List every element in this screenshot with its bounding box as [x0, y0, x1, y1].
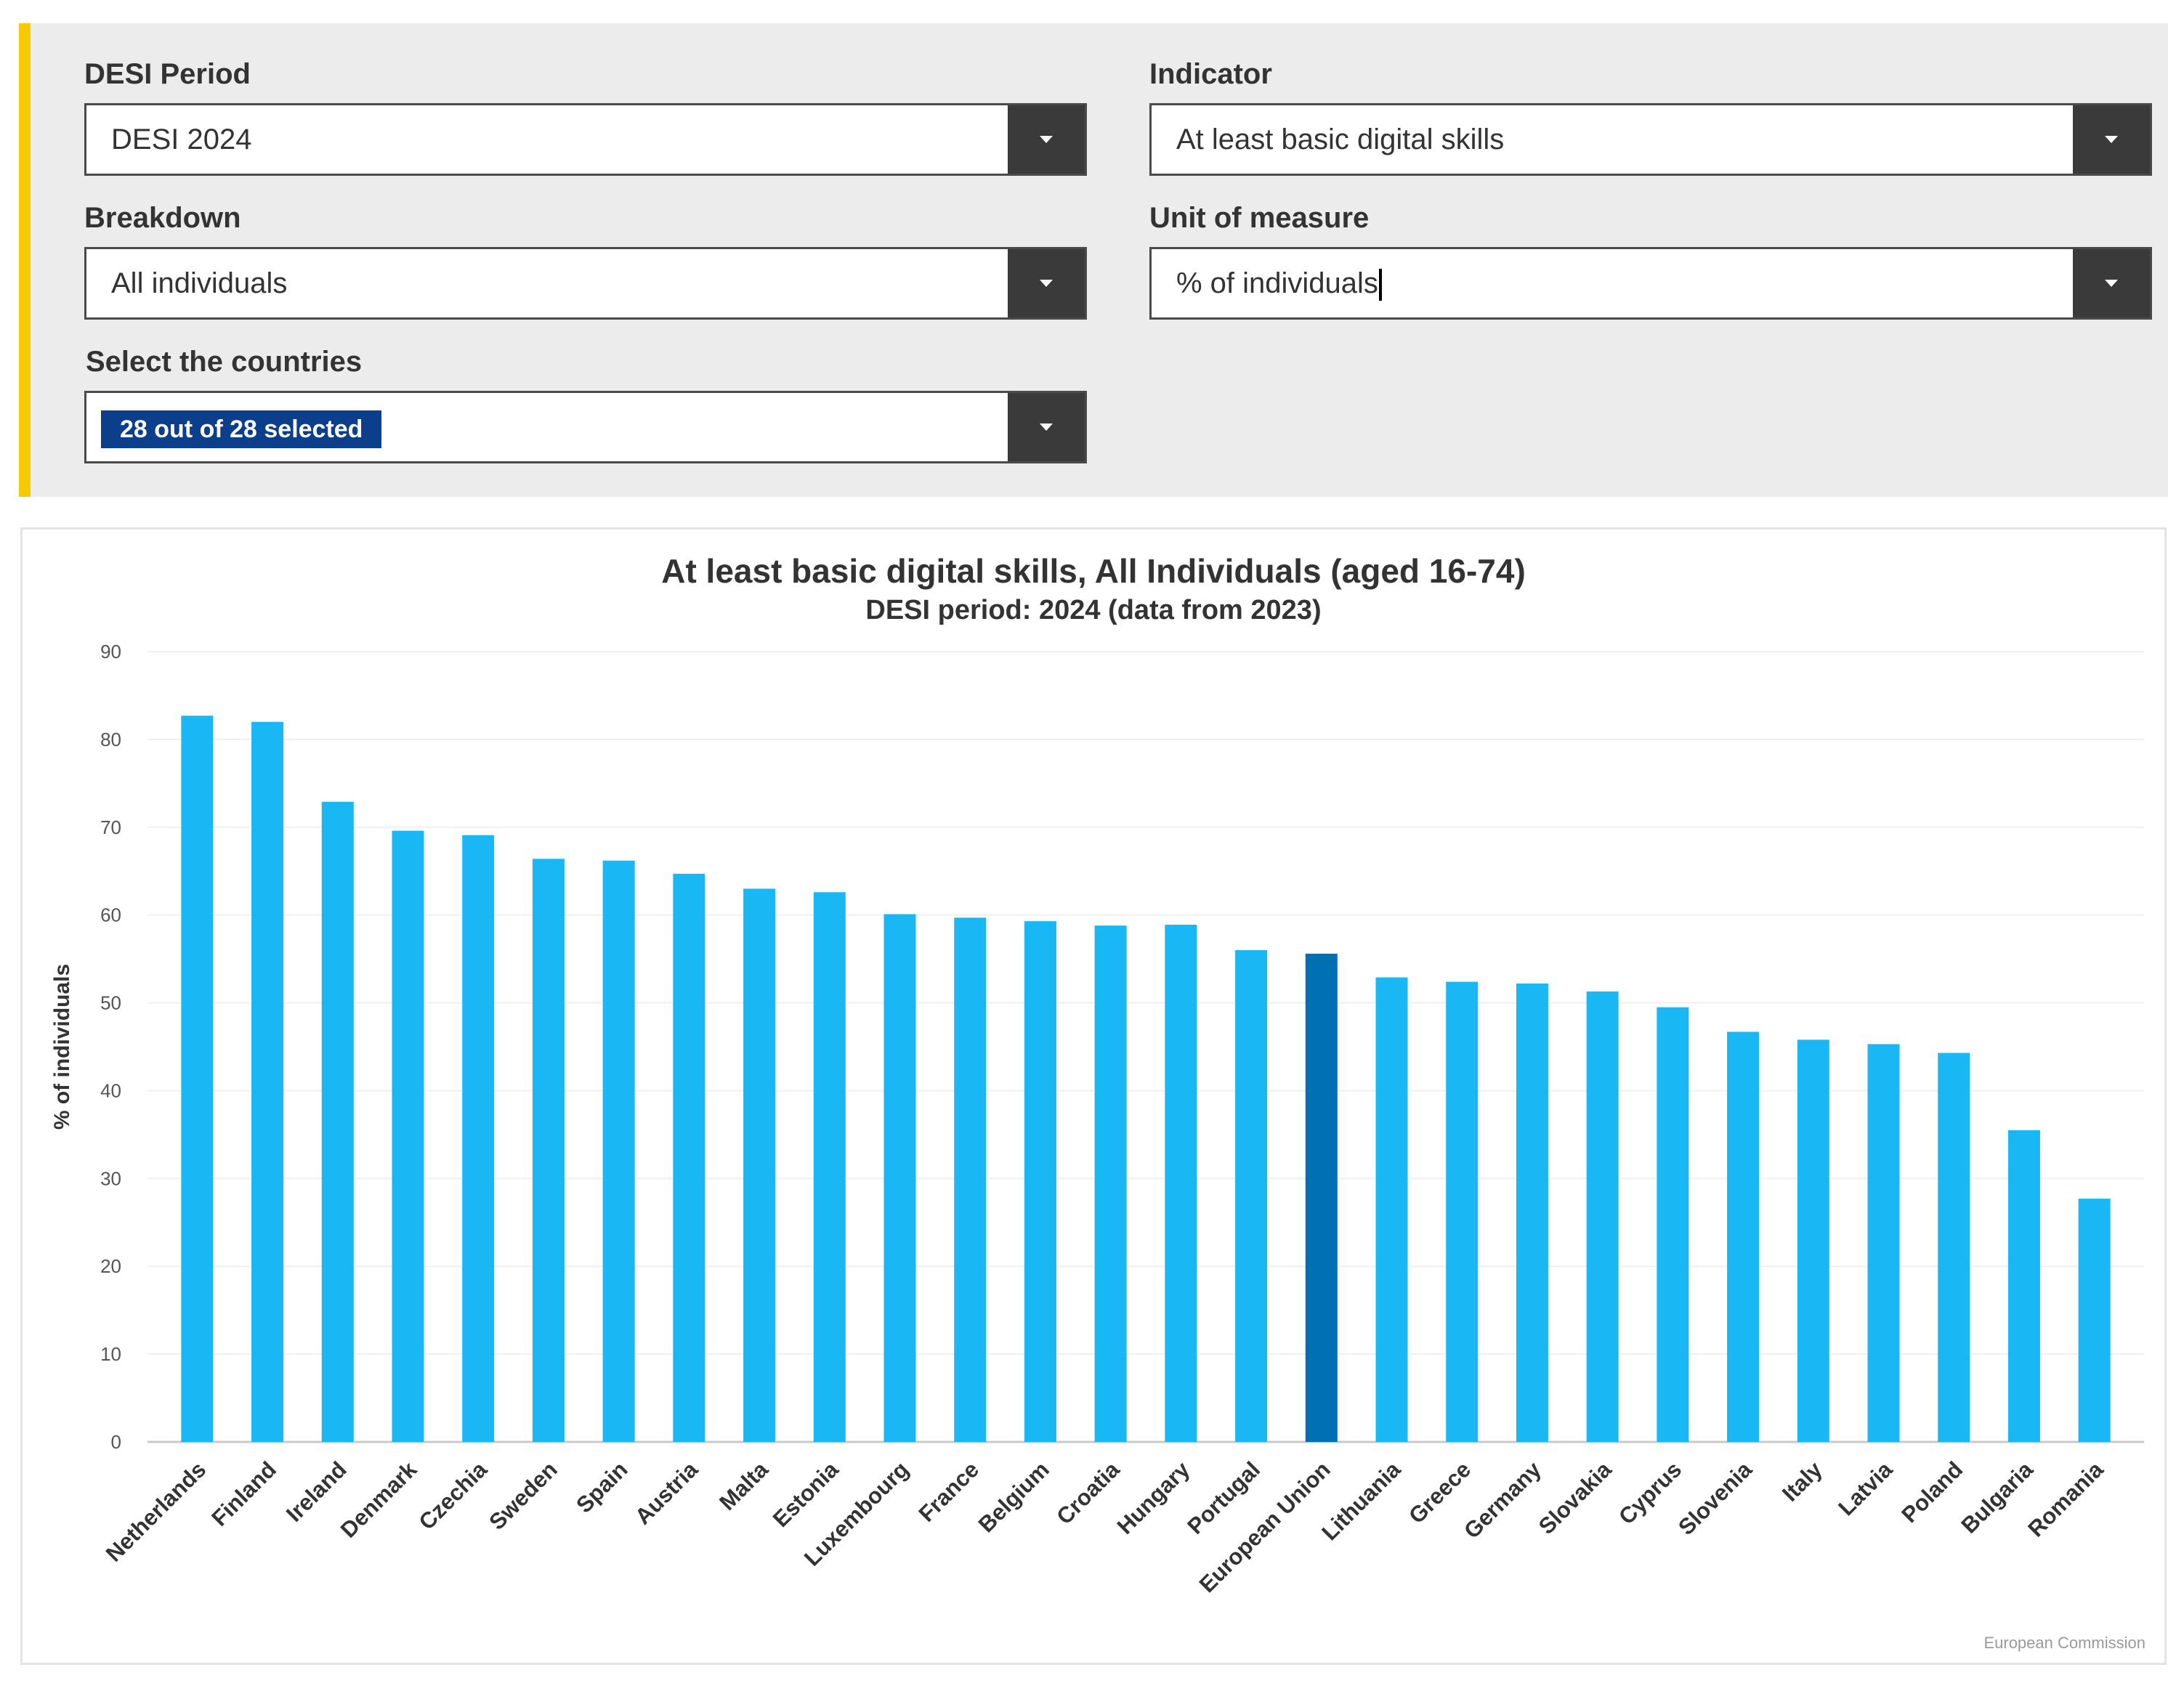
bar-european-union[interactable] — [1305, 953, 1338, 1442]
text-cursor — [1378, 269, 1382, 301]
bar-chart: 0 10 20 30 40 50 60 70 80 90 % of individuals Nethe… — [50, 641, 2144, 1597]
x-tick-label: Romania — [2023, 1456, 2108, 1542]
x-tick-label: Italy — [1777, 1456, 1827, 1507]
x-tick-label: Malta — [714, 1456, 773, 1515]
indicator-value: At least basic digital skills — [1176, 123, 1505, 155]
bar-belgium[interactable] — [1024, 921, 1056, 1442]
unit-value-text: % of individuals — [1176, 267, 1378, 299]
x-tick-label: Croatia — [1051, 1456, 1125, 1530]
countries-select[interactable]: 28 out of 28 selected — [84, 391, 1087, 463]
bar-netherlands[interactable] — [181, 716, 214, 1442]
chevron-down-icon — [1040, 423, 1053, 431]
breakdown-select[interactable]: All individuals — [84, 247, 1087, 320]
indicator-label: Indicator — [1149, 58, 1272, 90]
y-tick-label: 70 — [100, 816, 121, 838]
x-tick-label: Greece — [1404, 1456, 1476, 1528]
bar-slovenia[interactable] — [1727, 1032, 1760, 1442]
desi-period-dropdown-button[interactable] — [1008, 105, 1085, 174]
countries-dropdown-button[interactable] — [1008, 393, 1085, 461]
x-tick-label: Denmark — [336, 1456, 422, 1543]
bar-cyprus[interactable] — [1657, 1007, 1689, 1442]
bar-bulgaria[interactable] — [2007, 1130, 2040, 1442]
desi-period-select[interactable]: DESI 2024 — [84, 103, 1087, 176]
indicator-dropdown-button[interactable] — [2073, 105, 2150, 174]
unit-select[interactable]: % of individuals — [1149, 247, 2152, 320]
x-tick-label: Slovenia — [1673, 1456, 1757, 1540]
bar-romania[interactable] — [2078, 1199, 2111, 1442]
bar-france[interactable] — [954, 917, 987, 1442]
x-tick-label: Sweden — [484, 1456, 562, 1535]
chevron-down-icon — [1040, 136, 1053, 143]
breakdown-dropdown-button[interactable] — [1008, 249, 1085, 317]
x-tick-label: Ireland — [281, 1456, 352, 1527]
unit-label: Unit of measure — [1149, 202, 1370, 234]
bar-portugal[interactable] — [1235, 950, 1268, 1442]
x-tick-label: Hungary — [1112, 1456, 1195, 1539]
bar-hungary[interactable] — [1165, 924, 1197, 1442]
indicator-select[interactable]: At least basic digital skills — [1149, 103, 2152, 176]
y-tick-label: 60 — [100, 904, 121, 926]
x-tick-label: Spain — [571, 1456, 632, 1517]
y-tick-label: 90 — [100, 641, 121, 662]
chevron-down-icon — [1040, 280, 1053, 287]
bar-croatia[interactable] — [1094, 925, 1127, 1442]
x-tick-label: Czechia — [414, 1456, 493, 1535]
countries-selected-chip: 28 out of 28 selected — [101, 410, 382, 448]
y-tick-label: 80 — [100, 729, 121, 750]
bar-estonia[interactable] — [813, 892, 846, 1442]
desi-period-value: DESI 2024 — [111, 123, 252, 155]
chart-panel: At least basic digital skills, All Indiv… — [20, 527, 2167, 1665]
x-tick-label: Germany — [1459, 1456, 1546, 1544]
bar-greece[interactable] — [1446, 981, 1479, 1442]
chevron-down-icon — [2105, 280, 2118, 287]
credit-text: European Commission — [1983, 1634, 2145, 1652]
y-axis-label: % of individuals — [50, 964, 74, 1130]
x-tick-label: European Union — [1194, 1456, 1335, 1597]
y-tick-label: 40 — [100, 1079, 121, 1101]
bar-malta[interactable] — [743, 888, 776, 1442]
bar-poland[interactable] — [1938, 1053, 1970, 1442]
y-tick-label: 10 — [100, 1343, 121, 1365]
desi-period-label: DESI Period — [84, 58, 251, 90]
x-tick-label: Latvia — [1833, 1456, 1898, 1521]
y-tick-label: 50 — [100, 992, 121, 1014]
x-tick-label: Finland — [206, 1456, 281, 1531]
bar-italy[interactable] — [1797, 1039, 1829, 1442]
bar-lithuania[interactable] — [1375, 977, 1408, 1442]
bar-sweden[interactable] — [532, 859, 565, 1442]
bar-slovakia[interactable] — [1586, 991, 1619, 1442]
x-tick-label: Cyprus — [1614, 1456, 1686, 1529]
bar-ireland[interactable] — [321, 801, 354, 1442]
countries-label: Select the countries — [86, 346, 363, 378]
bar-germany[interactable] — [1516, 983, 1548, 1442]
chevron-down-icon — [2105, 136, 2118, 143]
x-tick-label: Poland — [1896, 1456, 1967, 1528]
unit-value: % of individuals — [1176, 249, 1382, 317]
unit-dropdown-button[interactable] — [2073, 249, 2150, 317]
bar-spain[interactable] — [602, 860, 635, 1442]
bar-finland[interactable] — [251, 721, 284, 1442]
bar-latvia[interactable] — [1867, 1044, 1900, 1442]
y-tick-label: 30 — [100, 1167, 121, 1189]
bar-czechia[interactable] — [462, 835, 495, 1442]
breakdown-label: Breakdown — [84, 202, 241, 234]
bar-luxembourg[interactable] — [883, 914, 916, 1442]
y-tick-label: 20 — [100, 1255, 121, 1277]
bar-austria[interactable] — [673, 873, 705, 1442]
x-tick-label: Austria — [630, 1456, 703, 1530]
breakdown-value: All individuals — [111, 267, 288, 299]
x-tick-label: Belgium — [974, 1456, 1054, 1537]
filter-panel: DESI Period DESI 2024 Indicator At least… — [19, 23, 2168, 497]
x-tick-label: Netherlands — [101, 1456, 211, 1566]
bar-denmark[interactable] — [392, 830, 424, 1442]
y-tick-label: 0 — [111, 1431, 121, 1453]
x-tick-label: France — [914, 1456, 984, 1527]
x-tick-label: Slovakia — [1534, 1456, 1617, 1539]
